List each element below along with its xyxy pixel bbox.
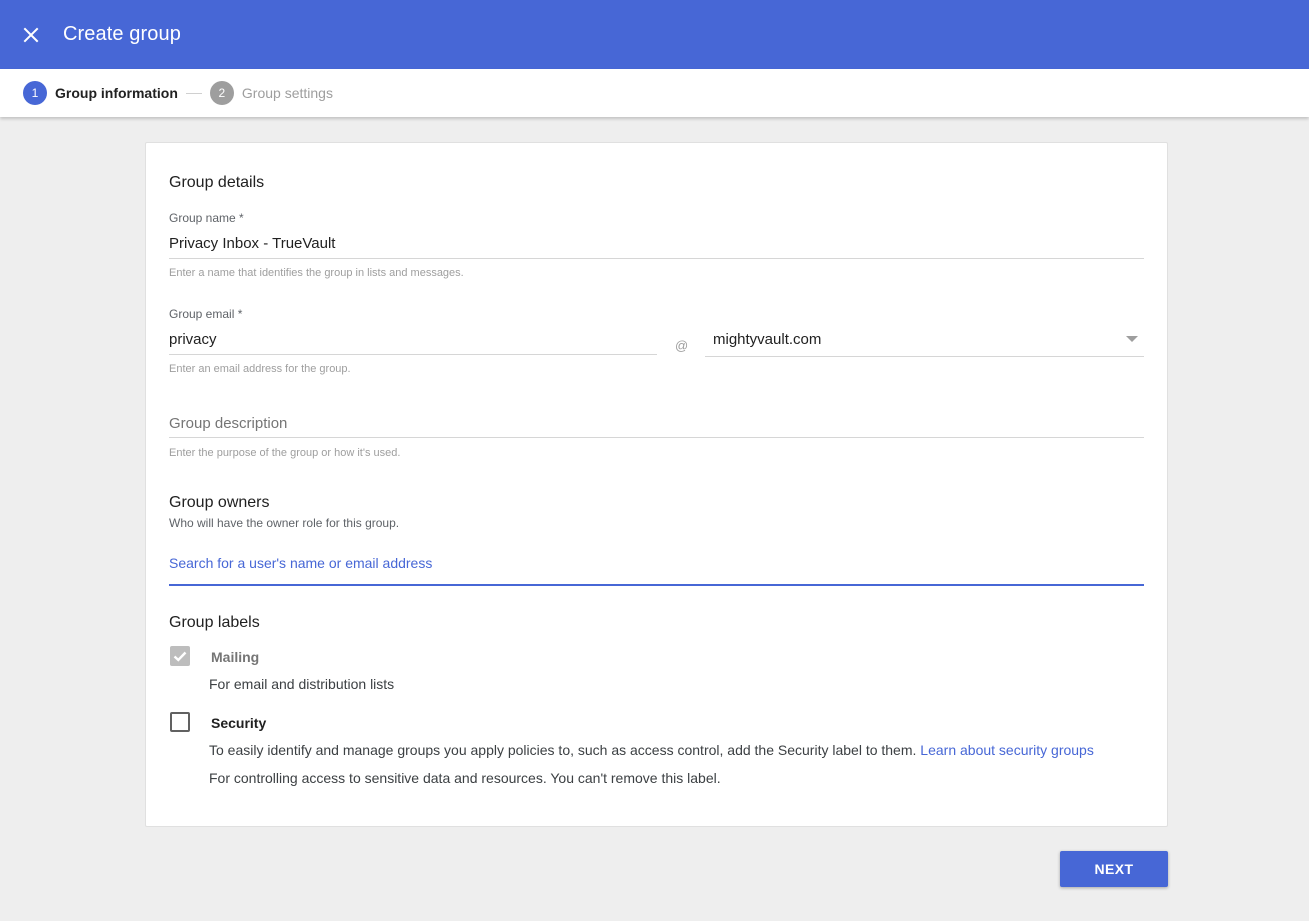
step-group-settings[interactable]: 2 Group settings xyxy=(209,81,333,105)
step-group-information[interactable]: 1 Group information xyxy=(23,81,178,105)
group-labels-heading: Group labels xyxy=(169,614,260,631)
group-name-input[interactable]: Privacy Inbox - TrueVault xyxy=(169,235,1144,252)
group-email-label: Group email * xyxy=(169,307,243,321)
at-sign: @ xyxy=(675,338,689,353)
group-owners-subtitle: Who will have the owner role for this gr… xyxy=(169,516,400,530)
group-description-input[interactable]: Group description xyxy=(169,415,1144,432)
group-email-input[interactable]: privacy xyxy=(169,331,657,348)
step-label-group-settings: Group settings xyxy=(241,85,333,101)
mailing-description: For email and distribution lists xyxy=(209,676,395,692)
mailing-checkbox[interactable] xyxy=(170,646,190,666)
close-button[interactable] xyxy=(19,23,43,47)
group-description-hint: Enter the purpose of the group or how it… xyxy=(169,447,401,459)
group-form-card: Group details Group name * Privacy Inbox… xyxy=(145,142,1168,827)
step-number-1: 1 xyxy=(23,81,47,105)
group-name-hint: Enter a name that identifies the group i… xyxy=(169,267,464,279)
step-number-2: 2 xyxy=(209,81,234,105)
owner-search-underline xyxy=(169,584,1144,586)
group-email-underline xyxy=(169,354,657,355)
group-name-underline xyxy=(169,258,1144,259)
group-email-hint: Enter an email address for the group. xyxy=(169,363,351,375)
group-name-label: Group name * xyxy=(169,211,244,225)
security-label: Security xyxy=(211,715,267,731)
domain-select[interactable]: mightyvault.com xyxy=(713,331,1144,348)
next-button[interactable]: NEXT xyxy=(1060,851,1168,887)
stepper: 1 Group information 2 Group settings xyxy=(0,69,1309,117)
group-description-underline xyxy=(169,437,1144,438)
dropdown-arrow-icon[interactable] xyxy=(1126,336,1138,342)
learn-about-security-groups-link[interactable]: Learn about security groups xyxy=(920,742,1094,758)
security-description-text: To easily identify and manage groups you… xyxy=(209,742,917,758)
security-checkbox[interactable] xyxy=(170,712,190,732)
page-title: Create group xyxy=(63,23,181,45)
close-icon xyxy=(23,27,39,42)
group-details-heading: Group details xyxy=(169,174,265,191)
mailing-label: Mailing xyxy=(211,649,260,665)
step-connector xyxy=(185,92,202,94)
group-owners-heading: Group owners xyxy=(169,494,270,511)
security-description: To easily identify and manage groups you… xyxy=(209,742,1094,758)
security-description-secondary: For controlling access to sensitive data… xyxy=(209,770,721,786)
app-header: Create group xyxy=(0,0,1309,69)
step-label-group-information: Group information xyxy=(55,85,178,101)
check-icon xyxy=(173,651,187,662)
domain-underline xyxy=(705,356,1144,357)
owner-search-input[interactable]: Search for a user's name or email addres… xyxy=(169,555,1144,571)
